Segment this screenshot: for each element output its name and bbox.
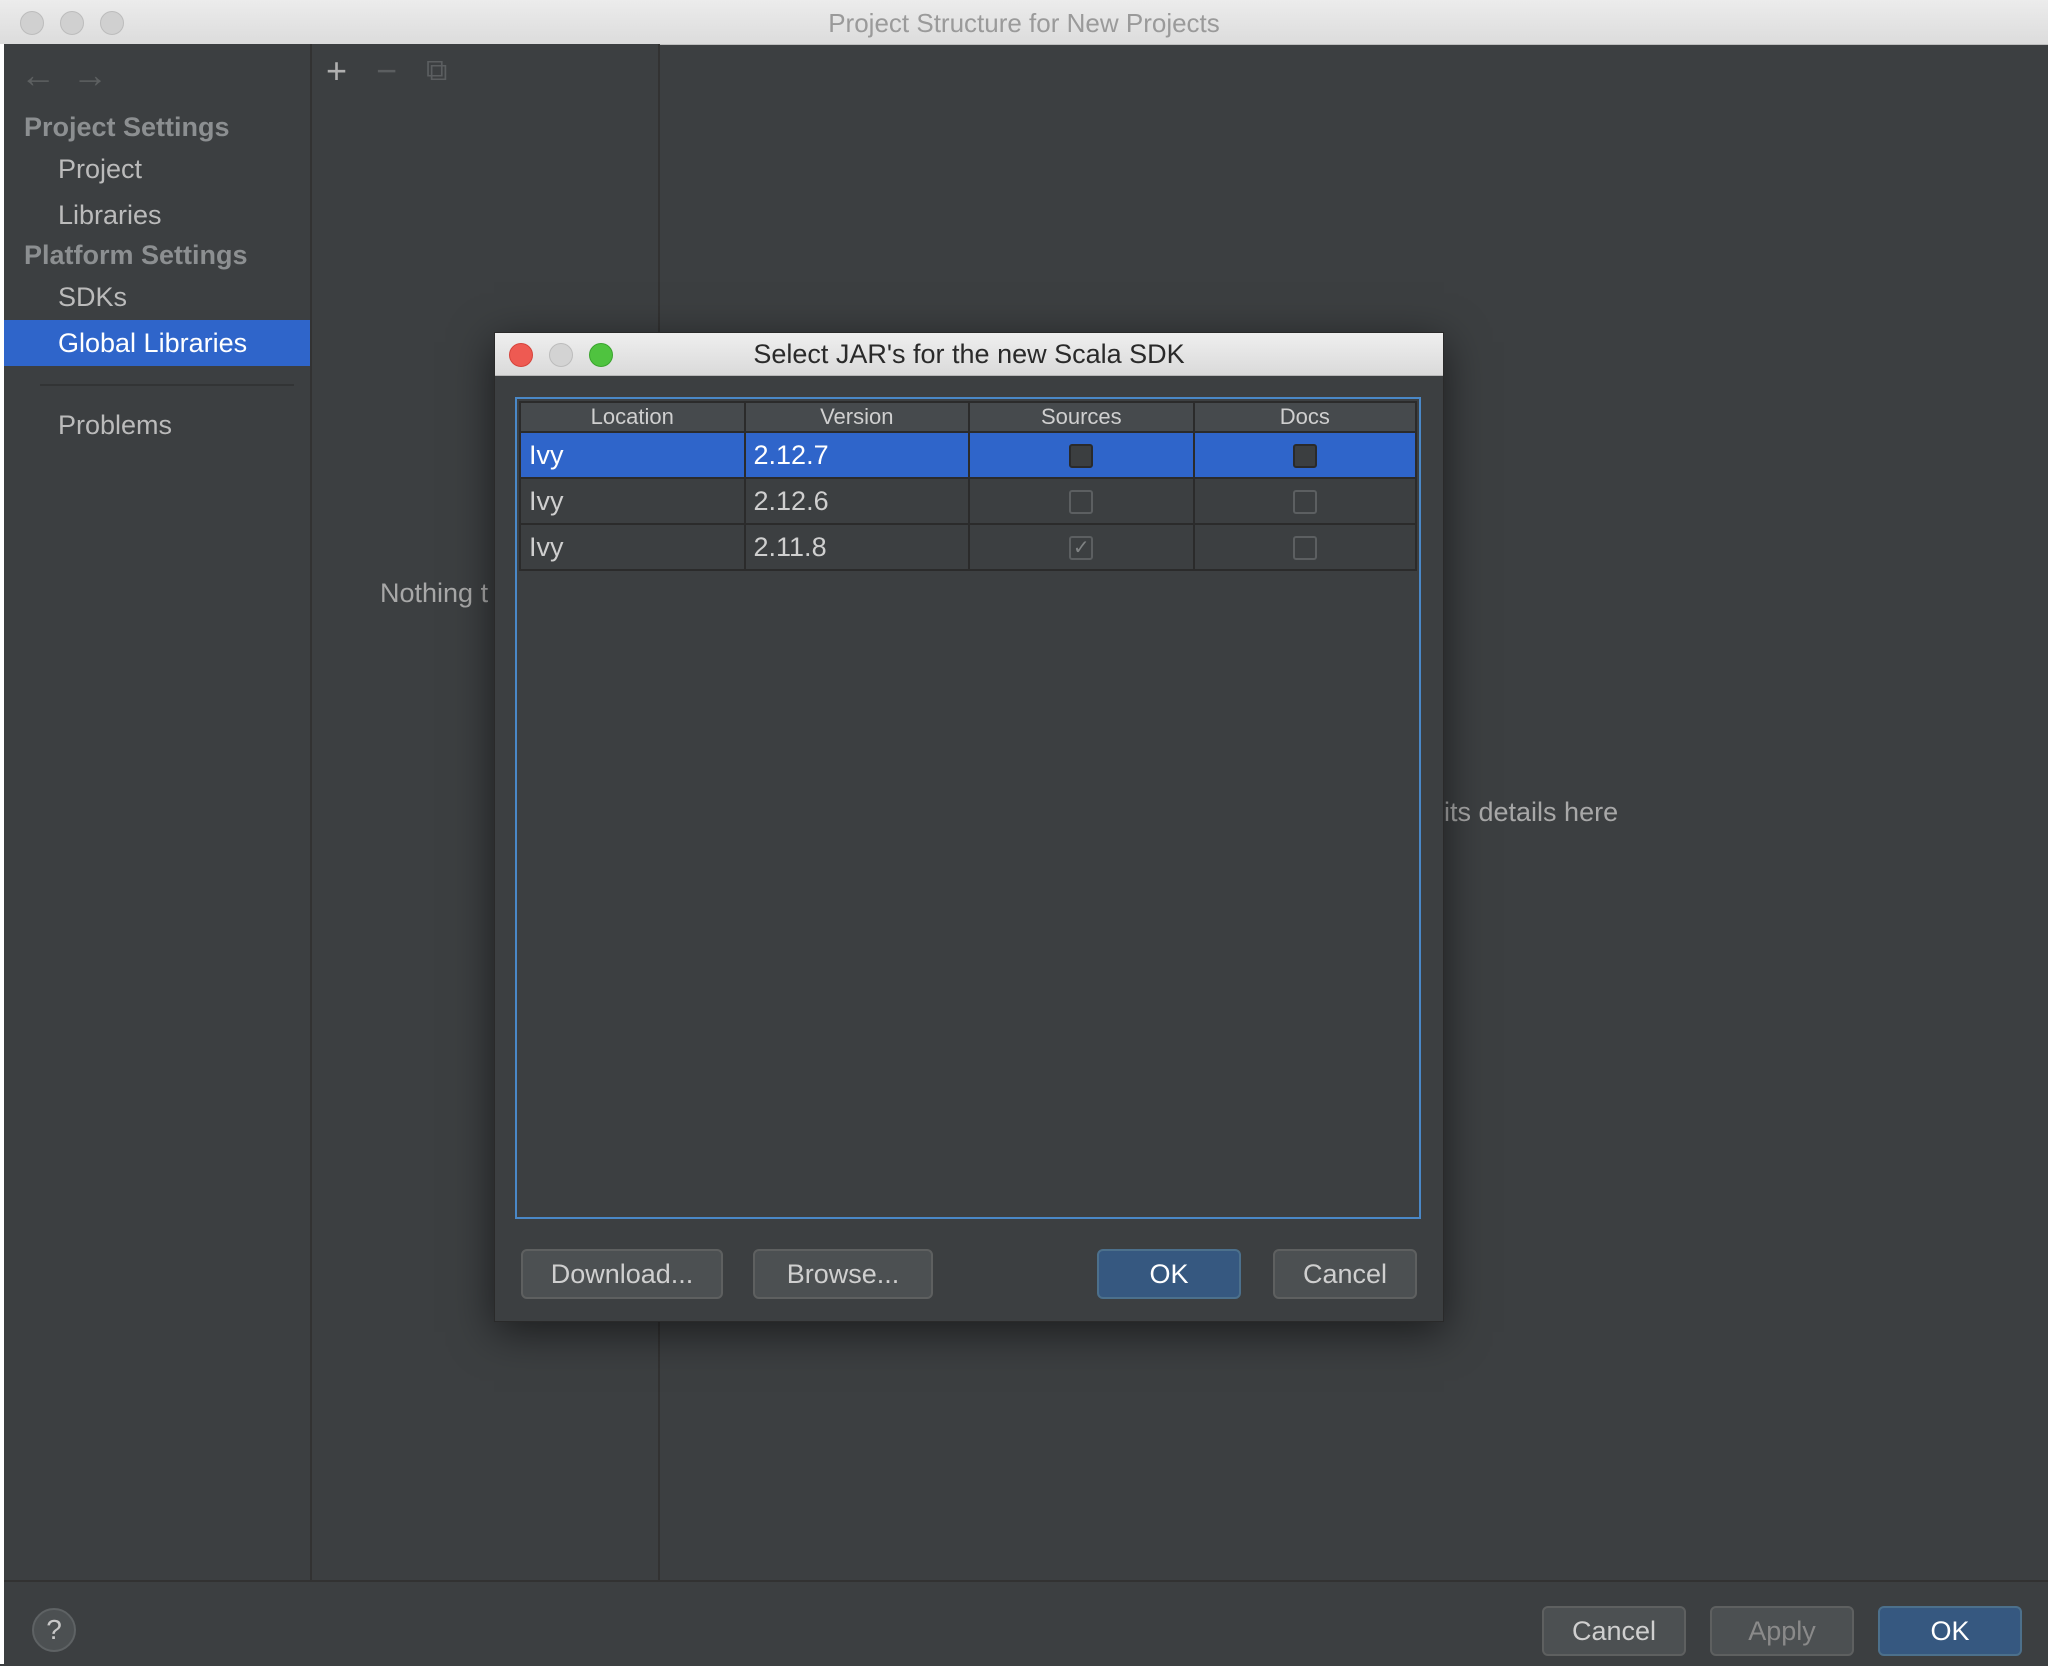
sidebar-item-libraries[interactable]: Libraries <box>4 192 310 238</box>
add-icon[interactable]: + <box>326 50 347 92</box>
docs-checkbox[interactable] <box>1292 444 1317 469</box>
dialog-titlebar: Select JAR's for the new Scala SDK <box>495 333 1443 376</box>
cancel-button[interactable]: Cancel <box>1542 1606 1686 1656</box>
jar-versions-table[interactable]: Location Version Sources Docs Ivy 2.12.7… <box>515 397 1421 1219</box>
docs-checkbox[interactable] <box>1292 536 1317 561</box>
sidebar-item-global-libraries[interactable]: Global Libraries <box>4 320 310 366</box>
version-cell: 2.12.6 <box>743 477 971 525</box>
sources-checkbox[interactable] <box>1069 444 1094 469</box>
back-arrow-icon[interactable]: ← <box>20 54 56 96</box>
sidebar-item-sdks[interactable]: SDKs <box>4 274 310 320</box>
sources-checkbox[interactable]: ✓ <box>1069 536 1094 561</box>
column-header-location[interactable]: Location <box>519 401 746 433</box>
forward-arrow-icon[interactable]: → <box>72 54 108 96</box>
version-cell: 2.12.7 <box>743 431 971 479</box>
dialog-ok-button[interactable]: OK <box>1097 1249 1241 1299</box>
sidebar-item-label: Libraries <box>58 200 162 230</box>
dialog-title: Select JAR's for the new Scala SDK <box>753 339 1185 369</box>
sidebar-item-label: Global Libraries <box>58 328 248 358</box>
project-settings-header: Project Settings <box>24 112 230 142</box>
location-cell: Ivy <box>519 431 746 479</box>
location-cell: Ivy <box>519 523 746 571</box>
sidebar-item-label: SDKs <box>58 282 128 312</box>
table-row[interactable]: Ivy 2.12.7 <box>519 431 1418 479</box>
window-title: Project Structure for New Projects <box>828 8 1220 38</box>
apply-button[interactable]: Apply <box>1710 1606 1854 1656</box>
sidebar-item-project[interactable]: Project <box>4 146 310 192</box>
empty-list-text: Nothing t <box>380 578 489 608</box>
table-row[interactable]: Ivy 2.11.8 ✓ <box>519 523 1418 571</box>
location-cell: Ivy <box>519 477 746 525</box>
table-row[interactable]: Ivy 2.12.6 <box>519 477 1418 525</box>
copy-icon[interactable]: ⧉ <box>426 54 447 88</box>
version-cell: 2.11.8 <box>743 523 971 571</box>
ok-button[interactable]: OK <box>1878 1606 2022 1656</box>
sources-checkbox[interactable] <box>1069 490 1094 515</box>
download-button[interactable]: Download... <box>521 1249 723 1299</box>
column-header-sources[interactable]: Sources <box>968 401 1195 433</box>
docs-checkbox[interactable] <box>1292 490 1317 515</box>
sidebar: ← → Project Settings Project Libraries P… <box>4 44 312 1580</box>
sidebar-item-label: Problems <box>58 410 173 440</box>
remove-icon[interactable]: − <box>376 50 397 92</box>
help-button[interactable]: ? <box>32 1608 76 1652</box>
platform-settings-header: Platform Settings <box>24 240 248 270</box>
sidebar-item-problems[interactable]: Problems <box>4 402 310 448</box>
dialog-cancel-button[interactable]: Cancel <box>1273 1249 1417 1299</box>
column-header-version[interactable]: Version <box>743 401 971 433</box>
browse-button[interactable]: Browse... <box>753 1249 933 1299</box>
window-titlebar: Project Structure for New Projects <box>0 0 2048 45</box>
select-jars-dialog: Select JAR's for the new Scala SDK Locat… <box>494 332 1444 1322</box>
sidebar-item-label: Project <box>58 154 143 184</box>
bottom-button-bar: ? Cancel Apply OK <box>4 1580 2048 1666</box>
details-hint-text: its details here <box>1444 797 1619 827</box>
sidebar-divider <box>40 384 294 386</box>
column-header-docs[interactable]: Docs <box>1192 401 1418 433</box>
